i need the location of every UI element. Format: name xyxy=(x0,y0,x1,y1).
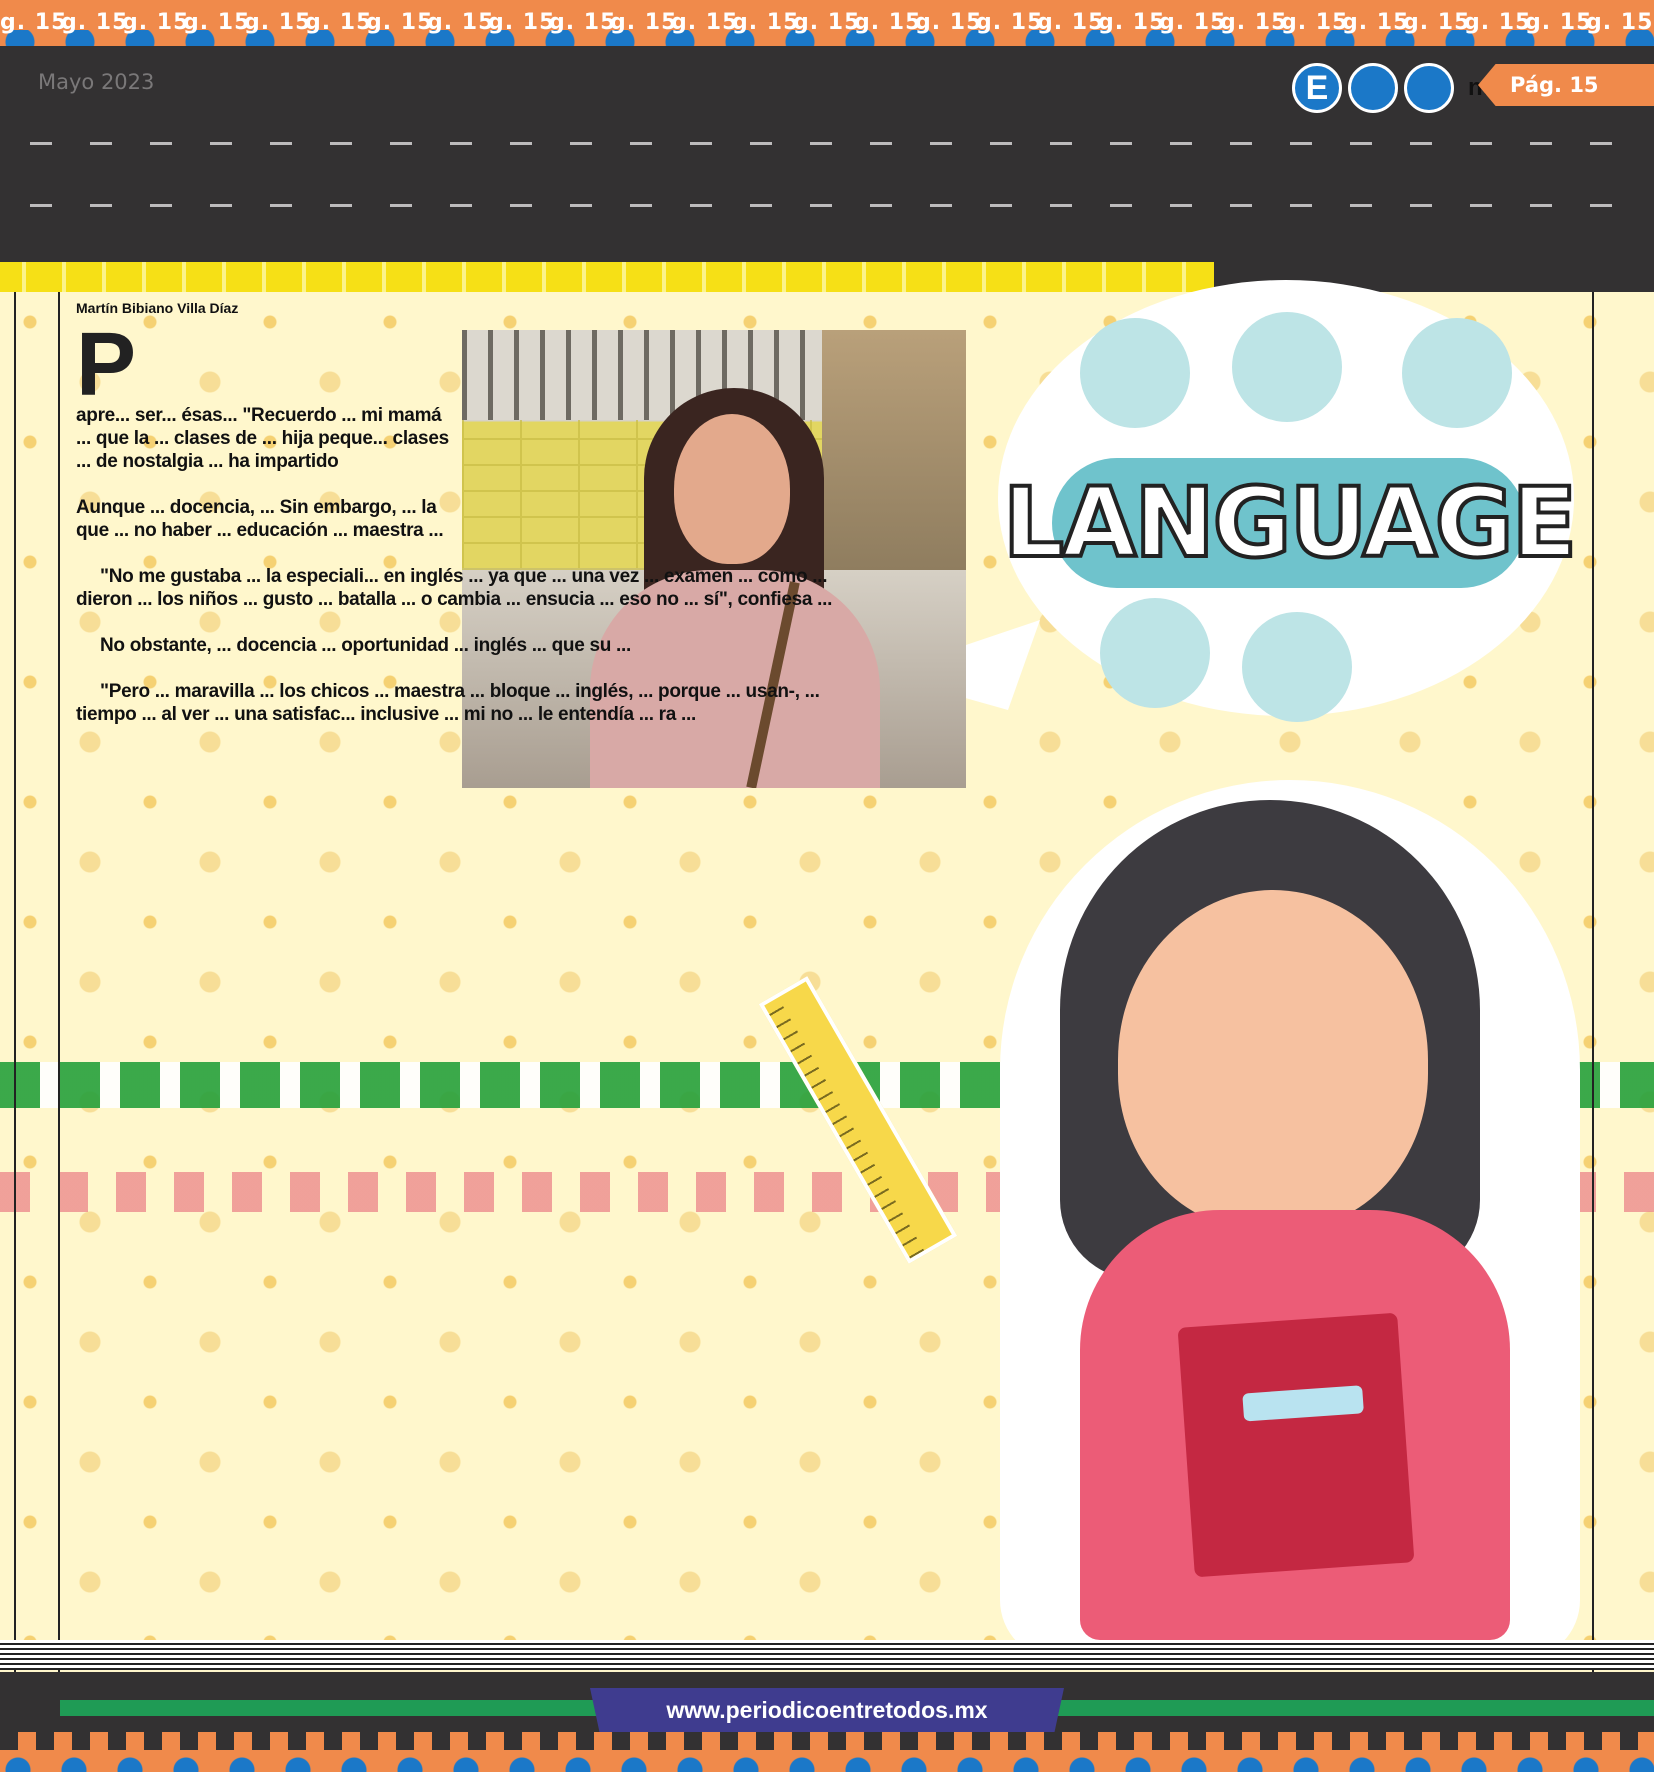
page-token: g. 15 xyxy=(915,10,983,35)
language-label: LANGUAGE xyxy=(1001,458,1579,588)
page-token: g. 15 xyxy=(61,10,129,35)
page-token: g. 15 xyxy=(0,10,68,35)
language-word: LANGUAGE xyxy=(1001,465,1579,581)
brand-initial: E xyxy=(1292,63,1342,113)
page-token: g. 15 xyxy=(1342,10,1410,35)
page-token: g. 15 xyxy=(1159,10,1227,35)
page-token: g. 15 xyxy=(1464,10,1532,35)
page-token: g. 15 xyxy=(244,10,312,35)
brand-circle-2 xyxy=(1348,63,1398,113)
hola-icon xyxy=(1100,598,1210,708)
page-token: g. 15 xyxy=(366,10,434,35)
dashed-rule xyxy=(30,142,1630,145)
page-token: g. 15 xyxy=(1220,10,1288,35)
dot-border xyxy=(0,1756,1654,1772)
drop-cap: P xyxy=(76,315,136,415)
message-icon xyxy=(1232,312,1342,422)
page-number-tab: Pág. 15 xyxy=(1478,64,1654,106)
page-token: g. 15 xyxy=(671,10,739,35)
page-token: g. 15 xyxy=(1525,10,1593,35)
book-label xyxy=(1242,1385,1364,1422)
bottom-page-strip xyxy=(0,1732,1654,1772)
page-token: g. 15 xyxy=(610,10,678,35)
page-token: g. 15 xyxy=(305,10,373,35)
article-body: apre... ser... ésas... "Recuerdo ... mi … xyxy=(76,404,848,749)
dashed-rule xyxy=(30,204,1630,207)
article-paragraph: Aunque ... docencia, ... Sin embargo, ..… xyxy=(76,497,444,541)
top-page-strip: g. 15g. 15g. 15g. 15g. 15g. 15g. 15g. 15… xyxy=(0,0,1654,46)
header: Mayo 2023 E ntretodos Pág. 15 xyxy=(0,58,1654,118)
page-token: g. 15 xyxy=(1281,10,1349,35)
page-token: g. 15 xyxy=(183,10,251,35)
page-token: g. 15 xyxy=(488,10,556,35)
teacher-illustration xyxy=(1000,760,1600,1660)
page-token: g. 15 xyxy=(1403,10,1471,35)
guide-line xyxy=(14,292,16,1672)
website-url[interactable]: www.periodicoentretodos.mx xyxy=(590,1688,1064,1732)
megaphone-icon xyxy=(1402,318,1512,428)
page-token: g. 15 xyxy=(854,10,922,35)
article-paragraph: "Pero ... maravilla ... los chicos ... m… xyxy=(76,681,820,725)
brand-circle-3 xyxy=(1404,63,1454,113)
byline: Martín Bibiano Villa Díaz xyxy=(76,300,239,316)
page-token: g. 15 xyxy=(793,10,861,35)
page-token: g. 15 xyxy=(1037,10,1105,35)
teacher-face xyxy=(1118,890,1428,1230)
page-token: g. 15 xyxy=(1586,10,1654,35)
people-icon xyxy=(1242,612,1352,722)
page-token: g. 15 xyxy=(549,10,617,35)
article-paragraph: "No me gustaba ... la especiali... en in… xyxy=(76,566,833,610)
article-paragraph: apre... ser... ésas... "Recuerdo ... mi … xyxy=(76,405,449,472)
page-token: g. 15 xyxy=(732,10,800,35)
page-token: g. 15 xyxy=(1098,10,1166,35)
page-token-row: g. 15g. 15g. 15g. 15g. 15g. 15g. 15g. 15… xyxy=(0,10,1654,35)
dateline-text: Mayo 2023 xyxy=(38,70,155,94)
article: Martín Bibiano Villa Díaz P apre... ser.… xyxy=(76,300,848,1670)
page-token: g. 15 xyxy=(427,10,495,35)
page-token: g. 15 xyxy=(976,10,1044,35)
book-icon xyxy=(1177,1312,1415,1578)
bottom-rules xyxy=(0,1640,1654,1670)
dateline: Mayo 2023 xyxy=(38,70,1288,94)
article-paragraph: No obstante, ... docencia ... oportunida… xyxy=(100,635,631,656)
chat-bubble-icon xyxy=(1080,318,1190,428)
guide-line xyxy=(58,292,60,1672)
page-token: g. 15 xyxy=(122,10,190,35)
triangle-border xyxy=(0,1732,1654,1750)
